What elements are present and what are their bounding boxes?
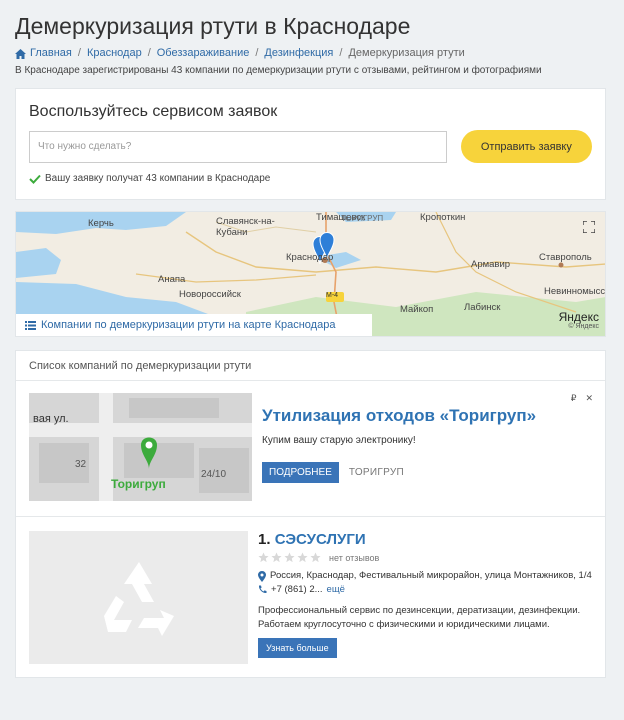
breadcrumb-current: Демеркуризация ртути bbox=[348, 47, 465, 59]
map-city-krasnodar: Краснодар bbox=[286, 252, 334, 263]
submit-request-button[interactable]: Отправить заявку bbox=[460, 130, 592, 163]
company-number: 1. bbox=[258, 531, 271, 548]
map-road-label: М-4 bbox=[326, 292, 339, 299]
company-description: Профессиональный сервис по дезинсекции, … bbox=[258, 605, 581, 630]
page: Демеркуризация ртути в Краснодаре Главна… bbox=[0, 0, 624, 678]
home-icon bbox=[15, 49, 26, 59]
breadcrumb-item-disinfection[interactable]: Дезинфекция bbox=[264, 47, 333, 59]
learn-more-button[interactable]: Узнать больше bbox=[258, 638, 337, 658]
map-city-kropotkin: Кропоткин bbox=[420, 212, 466, 223]
request-input[interactable] bbox=[29, 130, 447, 163]
star-icon bbox=[310, 552, 321, 563]
fullscreen-icon[interactable] bbox=[583, 221, 595, 233]
request-form-title: Воспользуйтесь сервисом заявок bbox=[29, 103, 278, 120]
phone-more-link[interactable]: ещё bbox=[327, 584, 345, 595]
list-icon bbox=[25, 320, 36, 330]
star-icon bbox=[258, 552, 269, 563]
map[interactable]: Керчь Славянск-на-Кубани Тимашевск Кропо… bbox=[15, 211, 606, 337]
ad-image-street: вая ул. bbox=[33, 413, 69, 425]
ad-image-label: Торигруп bbox=[111, 477, 166, 491]
map-marker-label: ТОРИГРУП bbox=[341, 214, 384, 223]
yandex-logo: Яндекс © Яндекс bbox=[558, 310, 599, 330]
map-city-armavir: Армавир bbox=[471, 259, 511, 270]
location-pin-icon bbox=[258, 571, 267, 582]
star-icon bbox=[297, 552, 308, 563]
breadcrumb: Главная / Краснодар / Обеззараживание / … bbox=[15, 47, 606, 59]
check-icon bbox=[29, 174, 41, 184]
ad-title[interactable]: Утилизация отходов «Торигруп» bbox=[262, 406, 536, 426]
page-title: Демеркуризация ртути в Краснодаре bbox=[15, 13, 411, 39]
company-address: Россия, Краснодар, Фестивальный микрорай… bbox=[258, 569, 592, 583]
ad-image[interactable]: вая ул. 32 24/10 Торигруп bbox=[29, 393, 252, 501]
page-subtitle: В Краснодаре зарегистрированы 43 компани… bbox=[15, 65, 542, 76]
star-icon bbox=[284, 552, 295, 563]
company-name[interactable]: СЭСУСЛУГИ bbox=[275, 531, 366, 548]
map-city-novorossiysk: Новороссийск bbox=[179, 289, 241, 300]
company-list: Список компаний по демеркуризации ртути … bbox=[15, 350, 606, 678]
ad-image-number: 32 bbox=[75, 459, 87, 470]
request-note: Вашу заявку получат 43 компании в Красно… bbox=[29, 173, 592, 184]
ad-image-number-2: 24/10 bbox=[201, 469, 227, 480]
map-city-maykop: Майкоп bbox=[400, 304, 434, 315]
star-icon bbox=[271, 552, 282, 563]
ad-info-icon[interactable]: ₽ bbox=[571, 393, 577, 404]
map-city-labinsk: Лабинск bbox=[464, 302, 501, 313]
map-city-stavropol: Ставрополь bbox=[539, 252, 592, 263]
map-city-nevinnomyssk: Невинномысск bbox=[544, 286, 606, 297]
ad-more-button[interactable]: ПОДРОБНЕЕ bbox=[262, 462, 339, 483]
close-icon[interactable]: ✕ bbox=[585, 393, 593, 404]
map-companies-link[interactable]: Компании по демеркуризации ртути на карт… bbox=[16, 314, 372, 336]
ad-brand[interactable]: ТОРИГРУП bbox=[349, 467, 404, 478]
map-city-kerch: Керчь bbox=[88, 218, 114, 229]
map-city-slavyansk: Славянск-на-Кубани bbox=[216, 216, 275, 238]
phone-icon bbox=[259, 585, 267, 594]
rating: нет отзывов bbox=[258, 552, 592, 563]
breadcrumb-item-krasnodar[interactable]: Краснодар bbox=[87, 47, 142, 59]
request-form: Воспользуйтесь сервисом заявок Отправить… bbox=[15, 88, 606, 200]
company-card: 1. СЭСУСЛУГИ нет отзывов Россия, Краснод… bbox=[16, 517, 605, 677]
breadcrumb-item-disinfection-general[interactable]: Обеззараживание bbox=[157, 47, 250, 59]
company-list-heading: Список компаний по демеркуризации ртути bbox=[16, 351, 605, 381]
ad-text: Купим вашу старую электронику! bbox=[262, 435, 416, 446]
ad-block: вая ул. 32 24/10 Торигруп Утилизация отх… bbox=[16, 381, 605, 517]
recycle-icon bbox=[103, 561, 174, 636]
map-city-anapa: Анапа bbox=[158, 274, 186, 285]
breadcrumb-home[interactable]: Главная bbox=[30, 47, 72, 59]
company-image[interactable] bbox=[29, 531, 249, 664]
company-phone: +7 (861) 2... ещё bbox=[258, 584, 592, 595]
reviews-count: нет отзывов bbox=[329, 552, 380, 563]
